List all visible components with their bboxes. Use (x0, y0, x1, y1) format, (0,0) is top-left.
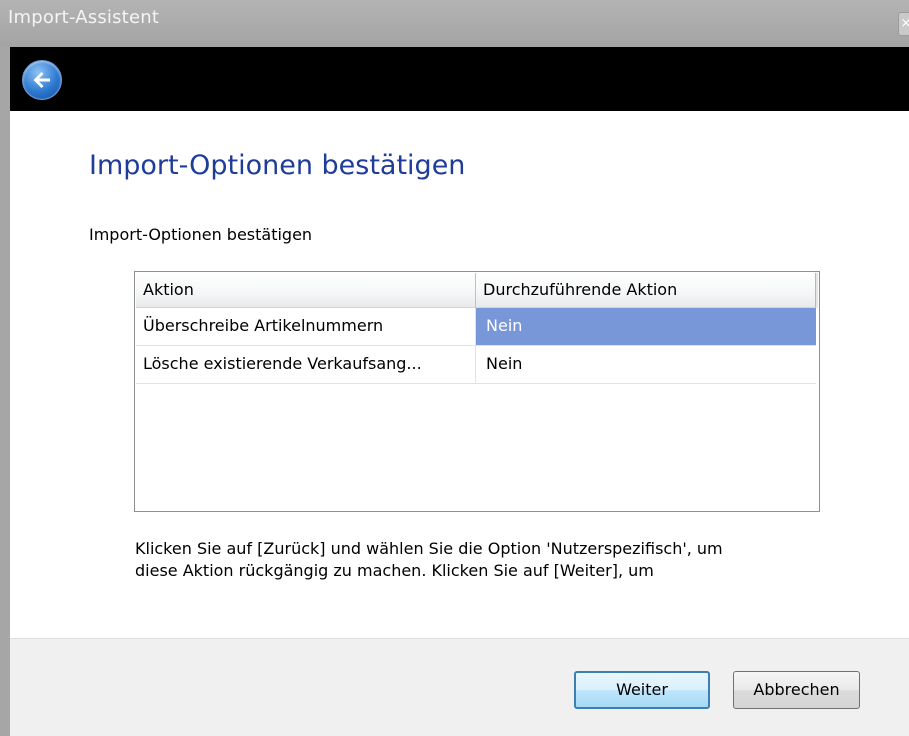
options-table: Aktion Durchzuführende Aktion Überschrei… (134, 271, 820, 512)
info-text: Klicken Sie auf [Zurück] und wählen Sie … (135, 538, 855, 582)
page-subtitle: Import-Optionen bestätigen (89, 225, 313, 244)
window-title: Import-Assistent (8, 7, 160, 28)
table-row[interactable]: Lösche existierende Verkaufsang... Nein (136, 346, 818, 384)
window-frame-left (0, 47, 10, 736)
info-line-1: Klicken Sie auf [Zurück] und wählen Sie … (135, 539, 723, 558)
header-filler (816, 273, 818, 308)
row-value-cell[interactable]: Nein (476, 308, 816, 346)
wizard-content: Import-Optionen bestätigen Import-Option… (10, 111, 909, 638)
table-header: Aktion Durchzuführende Aktion (136, 273, 818, 308)
page-title: Import-Optionen bestätigen (89, 150, 466, 181)
row-action-cell: Lösche existierende Verkaufsang... (136, 346, 476, 384)
row-value-cell[interactable]: Nein (476, 346, 816, 384)
title-bar: Import-Assistent × (0, 0, 909, 47)
table-row[interactable]: Überschreibe Artikelnummern Nein (136, 308, 818, 346)
close-icon[interactable]: × (898, 12, 909, 36)
cancel-button[interactable]: Abbrechen (733, 671, 860, 709)
back-arrow-icon[interactable] (22, 60, 62, 100)
button-bar: Weiter Abbrechen (10, 638, 909, 736)
next-button[interactable]: Weiter (574, 671, 710, 709)
info-line-2: diese Aktion rückgängig zu machen. Klick… (135, 561, 654, 580)
column-header-todo[interactable]: Durchzuführende Aktion (476, 273, 816, 308)
row-action-cell: Überschreibe Artikelnummern (136, 308, 476, 346)
column-header-action[interactable]: Aktion (136, 273, 476, 308)
navigation-bar (10, 47, 909, 111)
